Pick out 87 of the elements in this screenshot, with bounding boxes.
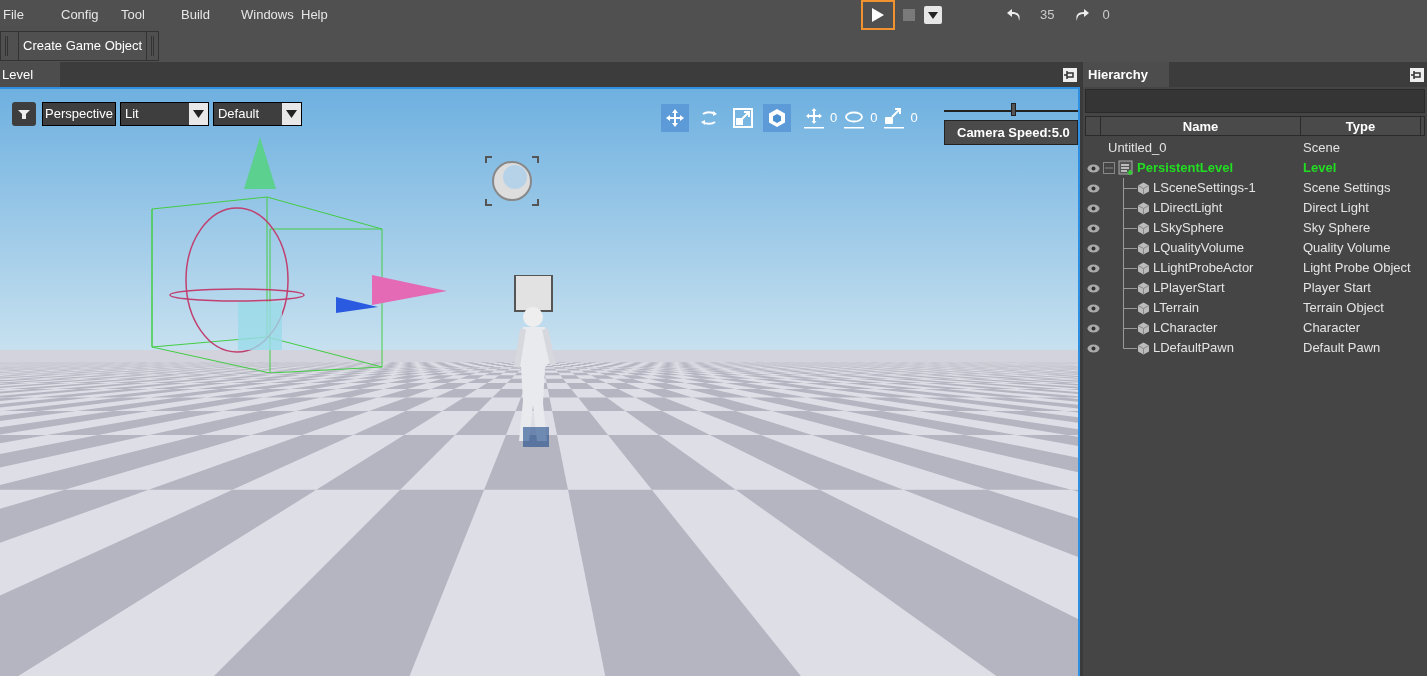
object-name[interactable]: LTerrain (1153, 298, 1199, 318)
object-name[interactable]: LDirectLight (1153, 198, 1223, 218)
object-name[interactable]: Untitled_0 (1108, 138, 1167, 158)
object-type: Scene Settings (1303, 179, 1391, 198)
transform-tool-button[interactable] (661, 104, 689, 132)
cube-icon (1137, 281, 1150, 295)
object-name[interactable]: LDefaultPawn (1153, 338, 1234, 358)
object-name[interactable]: LQualityVolume (1153, 238, 1245, 258)
search-field[interactable] (1085, 89, 1425, 113)
object-type: Level (1303, 159, 1337, 178)
play-icon (872, 8, 884, 22)
tree-connector-line (1123, 238, 1137, 258)
view-mode-button[interactable]: Perspective (42, 102, 116, 126)
play-options-button[interactable] (924, 6, 942, 24)
cube-icon (1137, 181, 1150, 195)
column-header[interactable]: Type (1301, 117, 1421, 135)
caret-icon (192, 110, 204, 118)
create-game-object-button[interactable]: Create Game Object (18, 32, 148, 60)
menu-item[interactable]: File (3, 5, 61, 25)
eye-icon[interactable] (1086, 283, 1100, 293)
play-button[interactable] (861, 0, 895, 30)
eye-icon[interactable] (1086, 203, 1100, 213)
caret-icon (928, 11, 938, 19)
object-name[interactable]: PersistentLevel (1137, 158, 1234, 178)
eye-icon[interactable] (1086, 243, 1100, 253)
object-type: Direct Light (1303, 199, 1369, 218)
undo-count: 35 (1040, 6, 1055, 25)
transform-tool-button[interactable] (763, 104, 791, 132)
slider-thumb[interactable] (1011, 103, 1016, 116)
pin-icon[interactable] (1410, 67, 1424, 82)
hierarchy-tab[interactable]: Hierarchy (1083, 62, 1169, 87)
caret-icon (285, 110, 297, 118)
level-tab[interactable]: Level (0, 62, 60, 87)
eye-icon[interactable] (1086, 303, 1100, 313)
eye-icon[interactable] (1086, 323, 1100, 333)
eye-icon[interactable] (1086, 263, 1100, 273)
eye-icon[interactable] (1086, 163, 1100, 173)
move-snap-icon (803, 107, 825, 129)
camera-speed-label: Camera Speed:5.0 (944, 120, 1078, 145)
move-arrows-icon (665, 108, 685, 128)
viewport-menu-icon[interactable] (12, 102, 36, 126)
redo-count: 0 (1102, 6, 1110, 25)
tree-connector-line (1123, 178, 1137, 198)
object-type: Light Probe Object (1303, 259, 1411, 278)
eye-icon[interactable] (1086, 223, 1100, 233)
menu-item[interactable]: Help (301, 5, 341, 25)
object-type: Terrain Object (1303, 299, 1384, 318)
object-type: Player Start (1303, 279, 1371, 298)
dropdown[interactable]: Lit (119, 102, 209, 126)
cube-icon (1137, 201, 1150, 215)
object-name[interactable]: LSkySphere (1153, 218, 1224, 238)
object-name[interactable]: LCharacter (1153, 318, 1218, 338)
tree-connector-line (1123, 298, 1137, 318)
tree-connector-line (1123, 218, 1137, 238)
menu-item[interactable]: Config (61, 5, 121, 25)
menu-item[interactable]: Windows (241, 5, 301, 25)
eye-icon[interactable] (1086, 343, 1100, 353)
cube-icon (1137, 341, 1150, 355)
object-type: Sky Sphere (1303, 219, 1371, 238)
collapse-box-icon[interactable] (1103, 162, 1115, 174)
object-name[interactable]: LSceneSettings-1 (1153, 178, 1256, 198)
menu-item[interactable]: Tool (121, 5, 181, 25)
level-layers-icon (1118, 160, 1134, 176)
tree-connector-line (1123, 198, 1137, 218)
dropdown[interactable]: Default (212, 102, 302, 126)
object-type: Character (1303, 319, 1361, 338)
column-header[interactable]: Name (1101, 117, 1301, 135)
cube-icon (1137, 321, 1150, 335)
cube-icon (1137, 261, 1150, 275)
menu-item[interactable]: Build (181, 5, 241, 25)
light-icon (484, 155, 540, 207)
scale-icon (733, 108, 753, 128)
pin-icon[interactable] (1063, 67, 1077, 82)
scale-snap-icon (883, 107, 906, 129)
object-type: Quality Volume (1303, 239, 1391, 258)
tree-connector-line (1123, 278, 1137, 298)
camera-speed-slider[interactable] (944, 103, 1078, 117)
cube-icon (1137, 241, 1150, 255)
object-type: Scene (1303, 139, 1340, 158)
cube-icon (767, 108, 787, 128)
eye-icon[interactable] (1086, 183, 1100, 193)
object-name[interactable]: LLightProbeActor (1153, 258, 1254, 278)
tree-connector-line (1123, 258, 1137, 278)
object-name[interactable]: LPlayerStart (1153, 278, 1225, 298)
cube-icon (1137, 301, 1150, 315)
cube-icon (1137, 221, 1150, 235)
object-type: Default Pawn (1303, 339, 1381, 358)
